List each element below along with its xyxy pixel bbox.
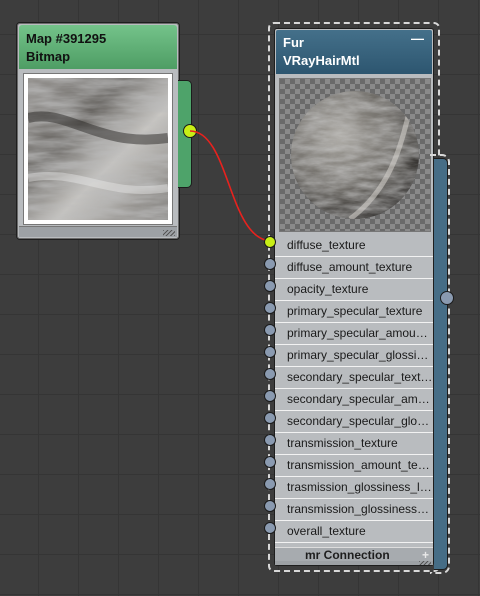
input-slot-opacity-texture[interactable]: opacity_texture xyxy=(275,279,433,301)
fur-node-selection[interactable]: Fur VRayHairMtl — diffuse_texture diffus… xyxy=(268,22,440,572)
input-slot-label: primary_specular_amoun… xyxy=(287,326,433,340)
material-preview xyxy=(279,78,431,232)
input-socket-secondary-specular-text[interactable] xyxy=(264,368,276,380)
input-slot-diffuse-amount-texture[interactable]: diffuse_amount_texture xyxy=(275,257,433,279)
input-slot-label: transmission_amount_te… xyxy=(287,458,430,472)
input-slot-trasmission-glossiness-l[interactable]: trasmission_glossiness_l… xyxy=(275,477,433,499)
fur-node-header[interactable]: Fur VRayHairMtl — xyxy=(276,30,432,74)
input-slot-label: secondary_specular_glo… xyxy=(287,414,430,428)
input-socket-trasmission-glossiness-l[interactable] xyxy=(264,478,276,490)
input-slot-transmission-texture[interactable]: transmission_texture xyxy=(275,433,433,455)
input-socket-opacity-texture[interactable] xyxy=(264,280,276,292)
input-slot-secondary-specular-am[interactable]: secondary_specular_am… xyxy=(275,389,433,411)
input-socket-diffuse-texture[interactable] xyxy=(264,236,276,248)
fur-node-footer xyxy=(275,561,433,565)
fur-output-tab xyxy=(434,158,448,570)
input-slot-list: diffuse_texture diffuse_amount_textureopa… xyxy=(275,235,433,543)
input-slot-label: primary_specular_texture xyxy=(287,304,423,318)
expand-plus-icon[interactable]: + xyxy=(422,548,429,562)
input-socket-transmission-amount-te[interactable] xyxy=(264,456,276,468)
input-slot-transmission-glossiness[interactable]: transmission_glossiness… xyxy=(275,499,433,521)
minimize-icon[interactable]: — xyxy=(411,30,424,48)
input-socket-primary-specular-amoun[interactable] xyxy=(264,324,276,336)
input-socket-primary-specular-glossi[interactable] xyxy=(264,346,276,358)
input-slot-label: diffuse_amount_texture xyxy=(287,260,413,274)
input-slot-label: trasmission_glossiness_l… xyxy=(287,480,432,494)
input-slot-label: secondary_specular_am… xyxy=(287,392,430,406)
diffuse-texture-wire xyxy=(189,130,273,242)
fur-node-title: Fur xyxy=(283,35,304,50)
input-socket-primary-specular-texture[interactable] xyxy=(264,302,276,314)
input-slot-secondary-specular-glo[interactable]: secondary_specular_glo… xyxy=(275,411,433,433)
input-slot-label: secondary_specular_text… xyxy=(287,370,433,384)
input-slot-label: overall_texture xyxy=(287,524,366,538)
input-slot-label: transmission_glossiness… xyxy=(287,502,430,516)
input-socket-secondary-specular-am[interactable] xyxy=(264,390,276,402)
mr-connection-rollout[interactable]: mr Connection + xyxy=(275,547,433,562)
input-slot-label: diffuse_texture xyxy=(287,238,366,252)
input-slot-transmission-amount-te[interactable]: transmission_amount_te… xyxy=(275,455,433,477)
input-slot-primary-specular-texture[interactable]: primary_specular_texture xyxy=(275,301,433,323)
input-slot-primary-specular-glossi[interactable]: primary_specular_glossi… xyxy=(275,345,433,367)
fur-node-type: VRayHairMtl xyxy=(283,53,360,68)
input-slot-primary-specular-amoun[interactable]: primary_specular_amoun… xyxy=(275,323,433,345)
input-socket-transmission-texture[interactable] xyxy=(264,434,276,446)
input-slot-label: primary_specular_glossi… xyxy=(287,348,429,362)
fur-output-socket[interactable] xyxy=(440,291,454,305)
input-slot-secondary-specular-text[interactable]: secondary_specular_text… xyxy=(275,367,433,389)
input-slot-diffuse-texture[interactable]: diffuse_texture xyxy=(275,235,433,257)
input-slot-overall-texture[interactable]: overall_texture xyxy=(275,521,433,543)
input-slot-label: transmission_texture xyxy=(287,436,398,450)
input-socket-secondary-specular-glo[interactable] xyxy=(264,412,276,424)
mr-connection-label: mr Connection xyxy=(305,548,390,562)
fur-node[interactable]: Fur VRayHairMtl — diffuse_texture diffus… xyxy=(274,28,434,566)
input-socket-diffuse-amount-texture[interactable] xyxy=(264,258,276,270)
input-socket-overall-texture[interactable] xyxy=(264,522,276,534)
input-socket-transmission-glossiness[interactable] xyxy=(264,500,276,512)
input-slot-label: opacity_texture xyxy=(287,282,369,296)
